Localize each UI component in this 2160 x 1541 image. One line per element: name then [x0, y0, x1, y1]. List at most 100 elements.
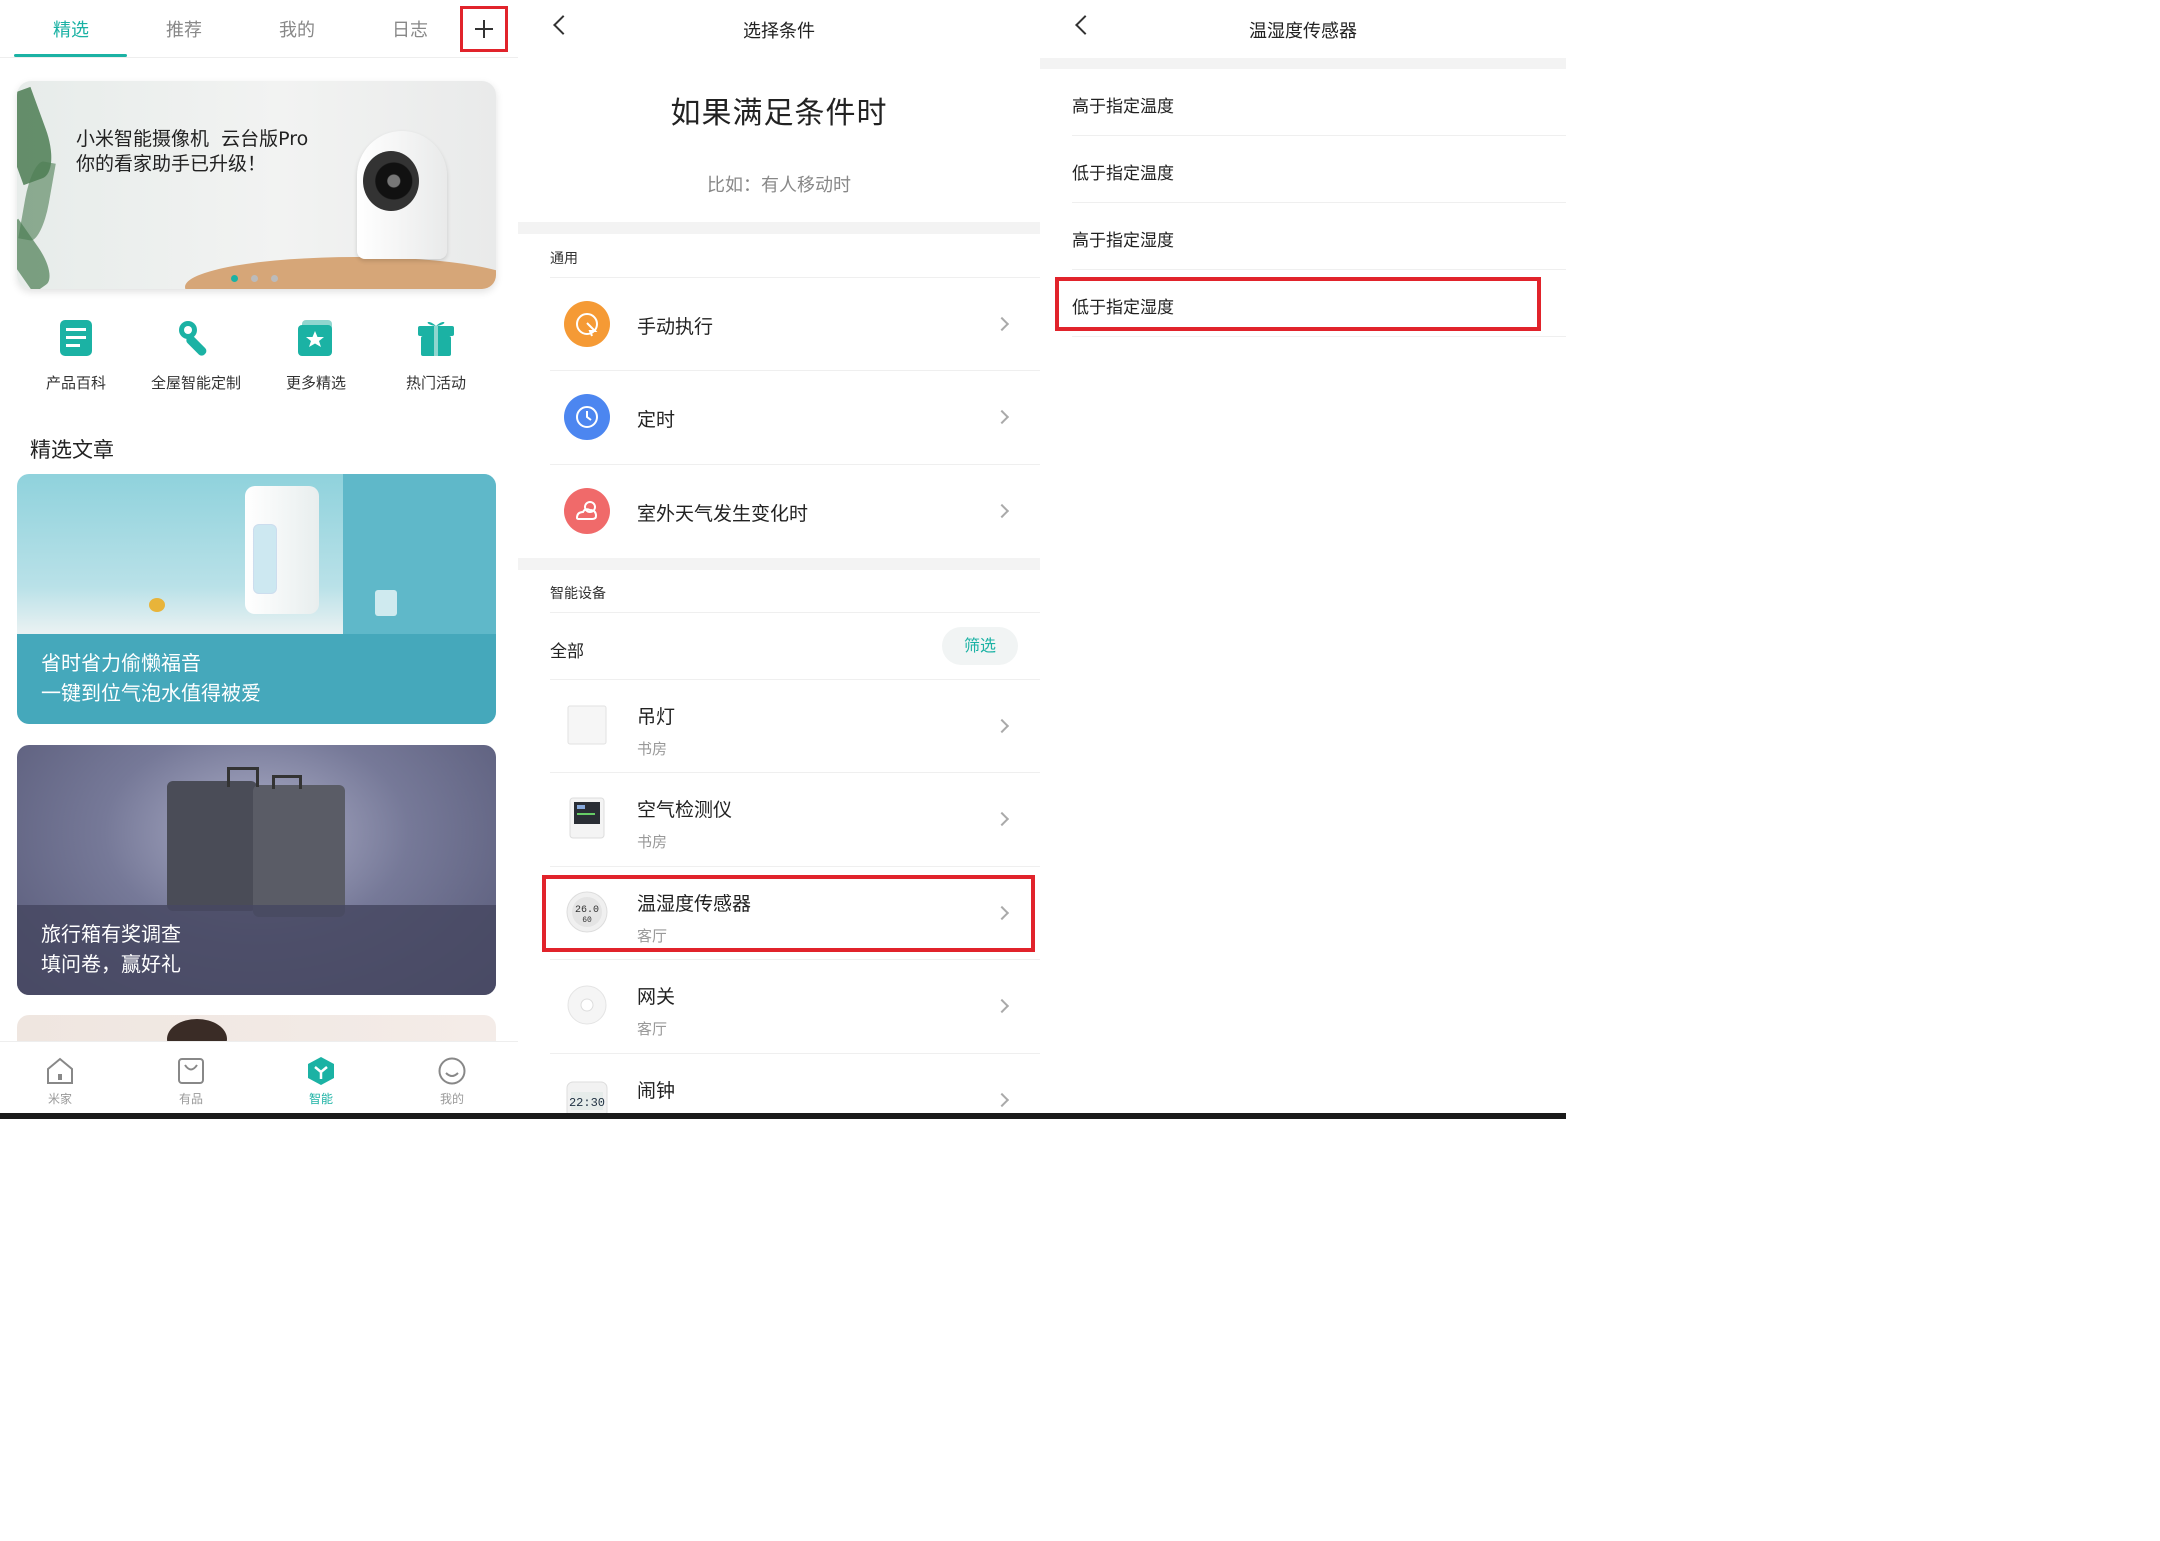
- condition-heading: 如果满足条件时: [670, 96, 888, 131]
- suitcase-image: [167, 781, 257, 911]
- suitcase-image: [253, 785, 345, 917]
- condition-manual[interactable]: 手动执行: [550, 277, 1040, 370]
- smile-face-icon: [437, 1056, 467, 1086]
- device-room: 书房: [637, 740, 668, 758]
- nav-label: 米家: [47, 1092, 72, 1106]
- nav-label: 智能: [308, 1092, 333, 1106]
- carousel-dot[interactable]: [231, 275, 238, 282]
- weather-icon: [564, 488, 610, 534]
- highlight-box: [542, 875, 1035, 952]
- option-above-humidity[interactable]: 高于指定湿度: [1072, 203, 1566, 270]
- clock-icon: [564, 394, 610, 440]
- screen-bottom-edge: [0, 1113, 1566, 1119]
- option-label: 高于指定湿度: [1072, 231, 1174, 251]
- section-divider: [1040, 58, 1566, 69]
- tab-log[interactable]: 日志: [353, 16, 467, 42]
- add-scene-button[interactable]: [460, 6, 508, 52]
- hand-pointer-icon: [564, 301, 610, 347]
- ceiling-light-icon: [564, 702, 610, 748]
- highlight-box: [1055, 277, 1541, 331]
- suitcase-handle: [272, 775, 302, 789]
- star-folder-icon: [296, 318, 336, 358]
- carousel-dot[interactable]: [251, 275, 258, 282]
- home-icon: [45, 1056, 75, 1086]
- shopping-bag-icon: [176, 1056, 206, 1086]
- condition-hint: 比如：有人移动时: [707, 175, 851, 196]
- chevron-right-icon: [994, 316, 1010, 332]
- device-air-monitor[interactable]: 空气检测仪 书房: [550, 772, 1040, 865]
- tab-mine[interactable]: 我的: [240, 16, 354, 42]
- tab-recommended[interactable]: 推荐: [127, 16, 241, 42]
- header: 选择条件: [518, 0, 1040, 58]
- condition-weather[interactable]: 室外天气发生变化时: [550, 464, 1040, 557]
- article-caption: 省时省力偷懒福音 一键到位气泡水值得被爱: [17, 634, 496, 724]
- device-room: 书房: [637, 833, 668, 851]
- option-below-temperature[interactable]: 低于指定温度: [1072, 136, 1566, 203]
- filter-button[interactable]: 筛选: [942, 627, 1018, 665]
- gift-icon: [416, 318, 456, 358]
- device-alarm-clock[interactable]: 22:30 闹钟 主卧: [550, 1053, 1040, 1119]
- top-tab-bar: 精选 推荐 我的 日志: [0, 0, 518, 58]
- lemon-image: [149, 598, 165, 612]
- chevron-right-icon: [994, 503, 1010, 519]
- page-title: 温湿度传感器: [1249, 21, 1357, 42]
- device-gateway[interactable]: 网关 客厅: [550, 959, 1040, 1052]
- home-panel: 精选 推荐 我的 日志 小米智能摄像机 云台版Pro 你的看家助手已升级！ 产品: [0, 0, 518, 1119]
- quick-link-label: 更多精选: [285, 374, 346, 392]
- option-label: 低于指定温度: [1072, 164, 1174, 184]
- bottom-nav: 米家 有品 智能 我的: [0, 1041, 518, 1113]
- chevron-right-icon: [994, 998, 1010, 1014]
- device-name: 空气检测仪: [637, 799, 733, 821]
- device-name: 网关: [637, 986, 676, 1008]
- suitcase-handle: [227, 767, 259, 787]
- sensor-condition-panel: 温湿度传感器 高于指定温度 低于指定温度 高于指定湿度 低于指定湿度: [1040, 0, 1566, 1119]
- wrench-icon: [176, 318, 216, 358]
- smart-hex-icon: [306, 1056, 336, 1086]
- screenshot-root: 精选 推荐 我的 日志 小米智能摄像机 云台版Pro 你的看家助手已升级！ 产品: [0, 0, 1566, 1119]
- article-image-bg: [343, 474, 496, 634]
- nav-label: 我的: [439, 1092, 464, 1106]
- quick-link-whole-home[interactable]: 全屋智能定制: [137, 318, 255, 393]
- device-ceiling-light[interactable]: 吊灯 书房: [550, 679, 1040, 772]
- article-card[interactable]: 省时省力偷懒福音 一键到位气泡水值得被爱: [17, 474, 496, 724]
- smart-devices-section-label: 智能设备: [550, 586, 606, 602]
- condition-label: 手动执行: [637, 316, 714, 338]
- device-filter-row: 全部 筛选: [550, 612, 1040, 679]
- quick-link-hot-events[interactable]: 热门活动: [377, 318, 495, 393]
- nav-mijia[interactable]: 米家: [20, 1056, 100, 1107]
- chevron-right-icon: [994, 718, 1010, 734]
- all-devices-label: 全部: [550, 642, 584, 662]
- quick-link-more-picks[interactable]: 更多精选: [257, 318, 375, 393]
- condition-label: 定时: [637, 409, 676, 431]
- banner-text: 小米智能摄像机 云台版Pro 你的看家助手已升级！: [76, 128, 309, 175]
- nav-profile[interactable]: 我的: [412, 1056, 492, 1107]
- device-name: 闹钟: [637, 1080, 676, 1102]
- chevron-right-icon: [994, 409, 1010, 425]
- gateway-icon: [564, 982, 610, 1028]
- chevron-right-icon: [994, 1092, 1010, 1108]
- article-caption: 旅行箱有奖调查 填问卷，赢好礼: [17, 905, 496, 995]
- active-tab-indicator: [14, 54, 127, 57]
- section-divider: [518, 558, 1040, 570]
- nav-smart[interactable]: 智能: [281, 1056, 361, 1107]
- device-room: 客厅: [637, 1020, 668, 1038]
- section-divider: [518, 222, 1040, 234]
- option-label: 高于指定温度: [1072, 97, 1174, 117]
- tab-featured[interactable]: 精选: [14, 16, 128, 42]
- promo-banner[interactable]: 小米智能摄像机 云台版Pro 你的看家助手已升级！: [17, 81, 496, 289]
- camera-lens: [363, 151, 419, 211]
- carousel-dots: [231, 267, 291, 286]
- condition-timer[interactable]: 定时: [550, 370, 1040, 463]
- section-title: 精选文章: [30, 438, 114, 462]
- quick-link-product-wiki[interactable]: 产品百科: [17, 318, 135, 393]
- svg-text:22:30: 22:30: [569, 1096, 605, 1110]
- option-above-temperature[interactable]: 高于指定温度: [1072, 69, 1566, 136]
- carousel-dot[interactable]: [271, 275, 278, 282]
- page-title: 选择条件: [743, 21, 815, 42]
- quick-link-label: 热门活动: [405, 374, 466, 392]
- article-card[interactable]: 旅行箱有奖调查 填问卷，赢好礼: [17, 745, 496, 995]
- quick-link-label: 全屋智能定制: [150, 374, 241, 392]
- bottle-image: [253, 524, 277, 594]
- device-name: 吊灯: [637, 706, 676, 728]
- nav-youpin[interactable]: 有品: [151, 1056, 231, 1107]
